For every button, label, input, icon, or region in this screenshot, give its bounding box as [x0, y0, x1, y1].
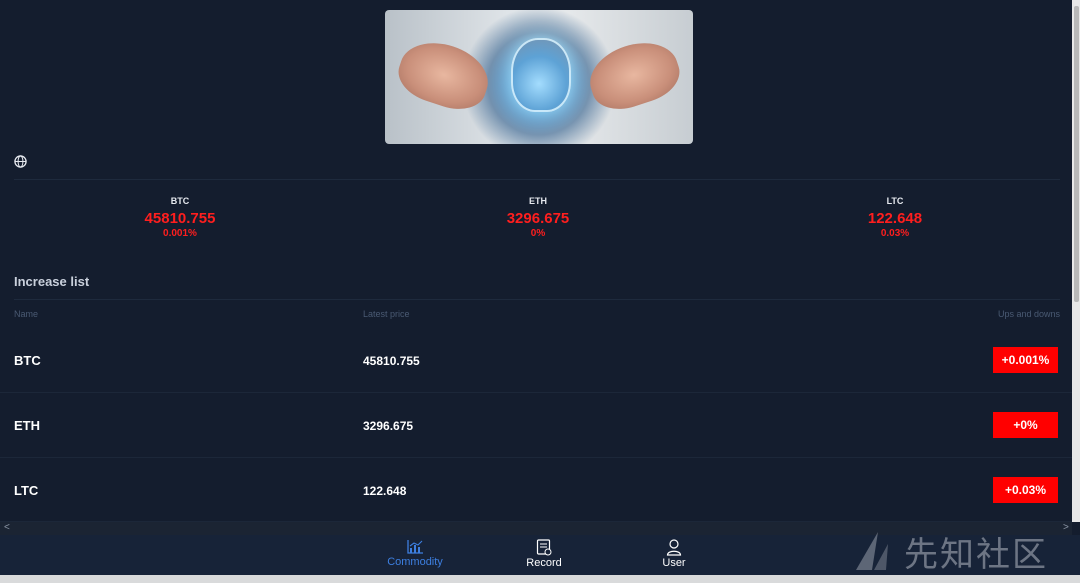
ticker-symbol: LTC: [886, 196, 904, 206]
column-header-change: Ups and downs: [997, 309, 1060, 319]
document-icon: [536, 539, 552, 556]
row-price: 3296.675: [363, 419, 414, 433]
row-name: LTC: [14, 483, 39, 498]
scroll-right-arrow-icon[interactable]: >: [1063, 522, 1069, 533]
ticker-ltc[interactable]: LTC 122.648 0.03%: [795, 196, 995, 239]
app-content: BTC 45810.755 0.001% ETH 3296.675 0% LTC…: [0, 0, 1072, 522]
ticker-change: 0%: [530, 228, 546, 239]
divider: [14, 299, 1060, 300]
ticker-price: 45810.755: [144, 210, 216, 227]
vertical-scrollbar-thumb[interactable]: [1074, 6, 1079, 302]
ticker-btc[interactable]: BTC 45810.755 0.001%: [80, 196, 280, 239]
tab-label: User: [662, 557, 686, 569]
globe-icon[interactable]: [14, 155, 27, 168]
banner-left-hand: [391, 32, 497, 118]
ticker-symbol: ETH: [529, 196, 547, 206]
tab-record[interactable]: Record: [509, 539, 579, 569]
ticker-symbol: BTC: [170, 196, 190, 206]
ticker-change: 0.03%: [880, 228, 910, 239]
divider: [14, 179, 1060, 180]
ticker-price: 122.648: [867, 210, 923, 227]
change-badge: +0.001%: [993, 347, 1058, 373]
ticker-change: 0.001%: [163, 228, 197, 239]
row-name: BTC: [14, 353, 41, 368]
change-badge: +0.03%: [993, 477, 1058, 503]
tab-user[interactable]: User: [639, 539, 709, 569]
row-divider: [0, 392, 1072, 393]
increase-list-title: Increase list: [14, 274, 90, 289]
row-name: ETH: [14, 418, 40, 433]
scroll-left-arrow-icon[interactable]: <: [4, 522, 10, 533]
row-price: 122.648: [363, 484, 407, 498]
user-icon: [666, 539, 682, 556]
change-badge: +0%: [993, 412, 1058, 438]
taskbar-strip: [0, 575, 1080, 583]
tab-label: Commodity: [387, 556, 443, 568]
banner-right-hand: [581, 32, 687, 118]
chart-icon: [407, 540, 423, 554]
tab-commodity[interactable]: Commodity: [380, 539, 450, 568]
column-header-price: Latest price: [363, 309, 410, 319]
ticker-price: 3296.675: [506, 210, 570, 227]
watermark-text: 先知社区: [904, 535, 1048, 575]
watermark-logo-icon: [856, 532, 888, 570]
row-price: 45810.755: [363, 354, 420, 368]
banner-brain-head: [511, 38, 571, 112]
column-header-name: Name: [14, 309, 39, 319]
banner-image[interactable]: [385, 10, 693, 144]
tab-label: Record: [526, 557, 562, 569]
row-divider: [0, 457, 1072, 458]
ticker-eth[interactable]: ETH 3296.675 0%: [438, 196, 638, 239]
